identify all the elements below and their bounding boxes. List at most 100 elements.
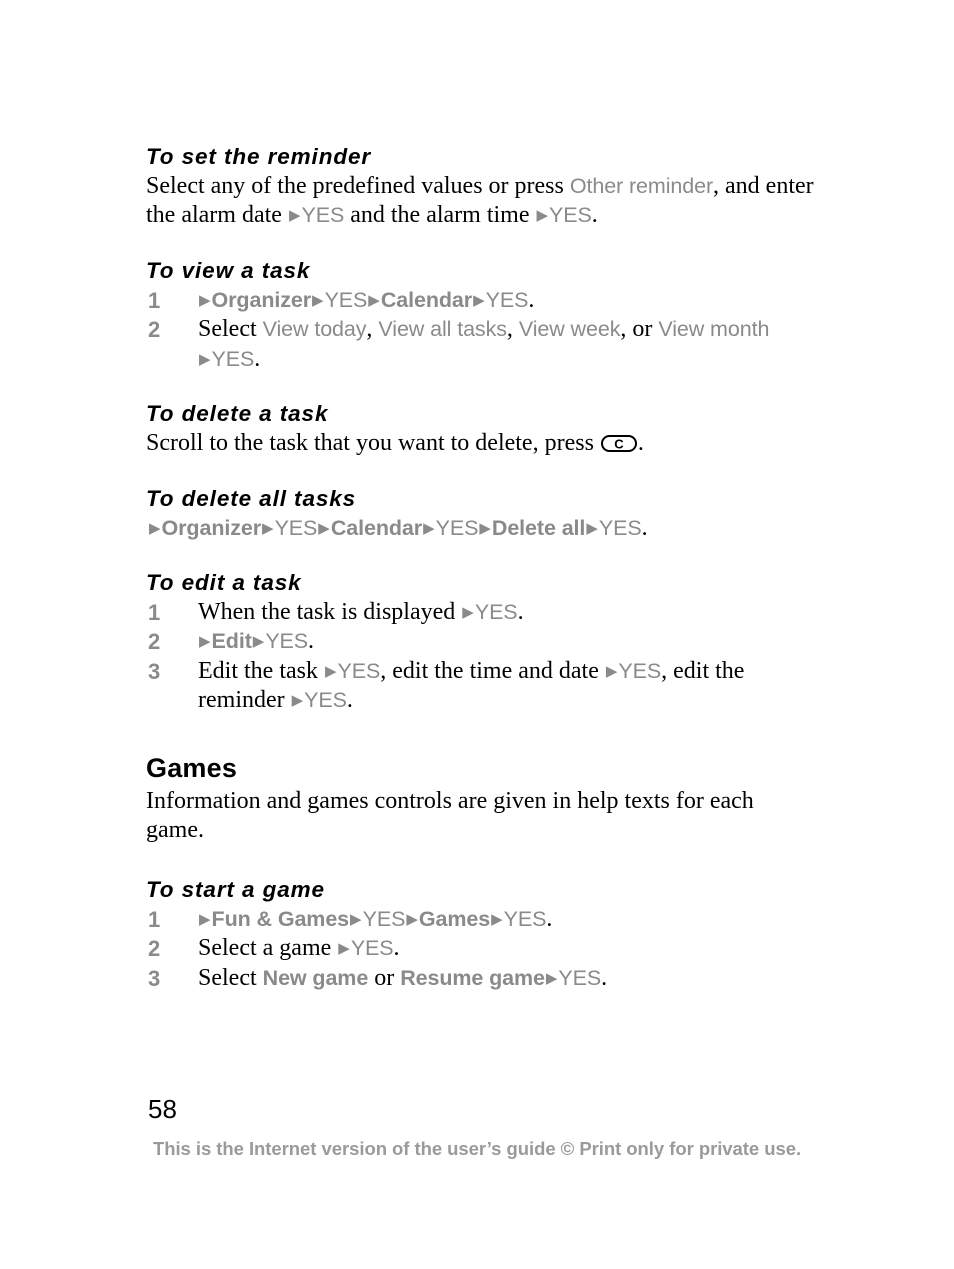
arrow-icon: ▶	[199, 349, 211, 368]
text-fragment: .	[308, 628, 315, 655]
clear-key-icon: C	[600, 435, 637, 453]
ui-term-yes: YES	[435, 515, 479, 540]
step-number: 2	[148, 936, 161, 962]
page-content: To set the reminder Select any of the pr…	[146, 143, 816, 1019]
steps-start-game: 1 ▶Fun & Games▶YES▶Games▶YES. 2 Select a g…	[146, 905, 816, 994]
ui-term-yes: YES	[337, 658, 381, 683]
section-edit-task: To edit a task 1 When the task is display…	[146, 569, 816, 716]
arrow-icon: ▶	[473, 290, 485, 309]
ui-term-yes: YES	[503, 906, 547, 931]
arrow-icon: ▶	[262, 518, 274, 537]
paragraph-set-reminder: Select any of the predefined values or p…	[146, 172, 816, 231]
text-fragment: When the task is displayed	[198, 598, 462, 625]
command-line-delete-all-tasks: ▶Organizer▶YES▶Calendar▶YES▶Delete all▶Y…	[146, 514, 816, 544]
arrow-icon: ▶	[536, 206, 549, 225]
heading-to-delete-all-tasks: To delete all tasks	[146, 485, 357, 511]
ui-term-yes: YES	[350, 936, 394, 961]
ui-term-view-today: View today	[262, 317, 367, 342]
arrow-icon: ▶	[318, 518, 330, 537]
ui-term-yes: YES	[549, 203, 592, 228]
section-games: Games Information and games controls are…	[146, 752, 816, 846]
arrow-icon: ▶	[545, 968, 558, 987]
arrow-icon: ▶	[350, 909, 362, 928]
ui-term-organizer: Organizer	[211, 287, 312, 312]
step-item: 1 When the task is displayed ▶YES.	[146, 598, 816, 628]
text-fragment: ,	[506, 316, 519, 343]
section-set-reminder: To set the reminder Select any of the pr…	[146, 143, 816, 231]
arrow-icon: ▶	[479, 518, 491, 537]
heading-games: Games	[146, 752, 238, 783]
section-view-task: To view a task 1 ▶Organizer▶YES▶Calendar▶…	[146, 257, 816, 374]
step-number: 1	[148, 906, 161, 932]
text-fragment: ,	[366, 316, 379, 343]
step-number: 1	[148, 599, 161, 625]
section-delete-all-tasks: To delete all tasks ▶Organizer▶YES▶Calen…	[146, 485, 816, 543]
arrow-icon: ▶	[324, 661, 337, 680]
ui-term-yes: YES	[474, 599, 518, 624]
arrow-icon: ▶	[312, 290, 324, 309]
text-fragment: .	[637, 430, 644, 457]
step-number: 2	[148, 629, 161, 655]
step-number: 1	[148, 287, 161, 313]
ui-term-yes: YES	[558, 965, 602, 990]
arrow-icon: ▶	[291, 691, 304, 710]
text-fragment: Scroll to the task that you want to dele…	[146, 430, 600, 457]
arrow-icon: ▶	[368, 290, 380, 309]
text-fragment: .	[641, 514, 648, 541]
ui-term-yes: YES	[362, 906, 406, 931]
arrow-icon: ▶	[199, 632, 211, 651]
step-item: 2 Select View today, View all tasks, View…	[146, 315, 816, 374]
arrow-icon: ▶	[338, 939, 350, 958]
ui-term-fun-and-games: Fun & Games	[211, 906, 350, 931]
arrow-icon: ▶	[605, 661, 618, 680]
ui-term-view-all-tasks: View all tasks	[378, 317, 507, 342]
step-item: 3 Select New game or Resume game▶YES.	[146, 964, 816, 994]
text-fragment: .	[601, 964, 608, 991]
section-delete-task: To delete a task Scroll to the task that…	[146, 400, 816, 458]
step-number: 3	[148, 965, 161, 991]
ui-term-delete-all: Delete all	[491, 515, 586, 540]
step-item: 3 Edit the task ▶YES, edit the time and d…	[146, 657, 816, 716]
page-number: 58	[148, 1094, 177, 1124]
arrow-icon: ▶	[586, 518, 598, 537]
steps-edit-task: 1 When the task is displayed ▶YES. 2 ▶Edit…	[146, 598, 816, 716]
ui-term-yes: YES	[211, 346, 255, 371]
step-item: 2 Select a game ▶YES.	[146, 934, 816, 964]
heading-to-view-a-task: To view a task	[146, 257, 311, 283]
step-item: 2 ▶Edit▶YES.	[146, 627, 816, 657]
ui-term-yes: YES	[301, 203, 345, 228]
ui-term-calendar: Calendar	[330, 515, 423, 540]
arrow-icon: ▶	[199, 909, 211, 928]
text-fragment: , edit the time and date	[380, 657, 605, 684]
text-fragment: Select any of the predefined values or p…	[146, 172, 570, 199]
arrow-icon: ▶	[462, 602, 474, 621]
page-footer: This is the Internet version of the user…	[152, 1138, 802, 1159]
text-fragment: Select	[198, 964, 263, 991]
arrow-icon: ▶	[252, 632, 265, 651]
step-item: 1 ▶Organizer▶YES▶Calendar▶YES.	[146, 286, 816, 316]
text-fragment: .	[254, 345, 261, 372]
text-fragment: .	[346, 687, 353, 714]
document-page: To set the reminder Select any of the pr…	[0, 0, 954, 1269]
step-item: 1 ▶Fun & Games▶YES▶Games▶YES.	[146, 905, 816, 935]
step-number: 3	[148, 658, 161, 684]
ui-term-yes: YES	[485, 287, 529, 312]
heading-to-delete-a-task: To delete a task	[146, 401, 329, 427]
text-fragment: or	[368, 964, 401, 991]
steps-view-task: 1 ▶Organizer▶YES▶Calendar▶YES. 2 Select Vi…	[146, 286, 816, 375]
section-start-game: To start a game 1 ▶Fun & Games▶YES▶Games▶…	[146, 876, 816, 993]
arrow-icon: ▶	[288, 206, 301, 225]
ui-term-yes: YES	[618, 658, 662, 683]
ui-term-other-reminder: Other reminder	[569, 173, 714, 198]
clear-key-label: C	[614, 436, 624, 452]
text-fragment: .	[393, 935, 400, 962]
step-number: 2	[148, 317, 161, 343]
ui-term-resume-game: Resume game	[400, 965, 545, 990]
arrow-icon: ▶	[199, 290, 211, 309]
text-fragment: .	[546, 905, 553, 932]
text-fragment: Edit the task	[198, 657, 324, 684]
arrow-icon: ▶	[406, 909, 418, 928]
text-fragment: Select a game	[198, 935, 338, 962]
ui-term-organizer: Organizer	[161, 515, 262, 540]
text-fragment: .	[517, 598, 524, 625]
